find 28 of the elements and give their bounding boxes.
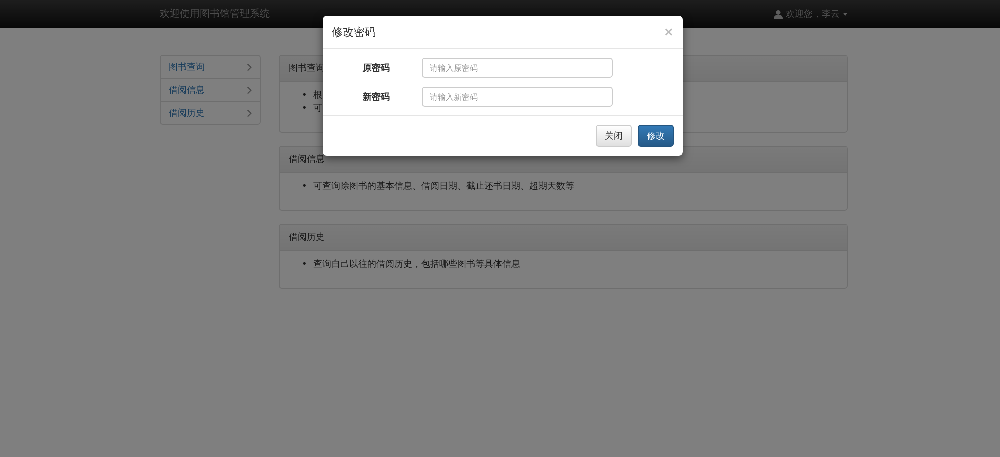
sidebar-item[interactable]: 借阅信息 [161,79,260,102]
input-field[interactable]: 请输入原密码 [422,58,613,78]
input-field[interactable]: 请输入新密码 [422,87,613,107]
sidebar-item[interactable]: 图书查询 [161,56,260,79]
list-item: 查询自己以往的借阅历史，包括哪些图书等具体信息 [313,259,520,272]
submit-button[interactable]: 修改 [638,125,674,147]
caret-icon [843,12,848,16]
user-menu[interactable]: 欢迎您，李云 [786,8,840,20]
close-button[interactable]: 关闭 [596,125,632,147]
bullet: • [302,103,308,116]
bullet: • [302,259,308,272]
list-item: 可查询除图书的基本信息、借阅日期、截止还书日期、超期天数等 [313,181,574,194]
modal-title: 修改密码 [332,24,376,40]
sidebar-item[interactable]: 借阅历史 [161,102,260,124]
panel-title: 借阅历史 [289,232,325,244]
field-label: 新密码 [362,91,390,104]
panel-title: 借阅信息 [289,154,325,166]
list-item: 可 [313,103,322,116]
chevron-icon [247,86,252,94]
user-icon [774,10,783,18]
bullet: • [302,181,308,194]
chevron-icon [247,62,252,72]
list-item: 根 [313,90,322,103]
close-button[interactable]: × [664,25,674,39]
chevron-icon [247,108,252,118]
brand-title[interactable]: 欢迎使用图书馆管理系统 [160,7,270,21]
field-label: 原密码 [362,62,390,74]
bullet: • [302,90,308,103]
